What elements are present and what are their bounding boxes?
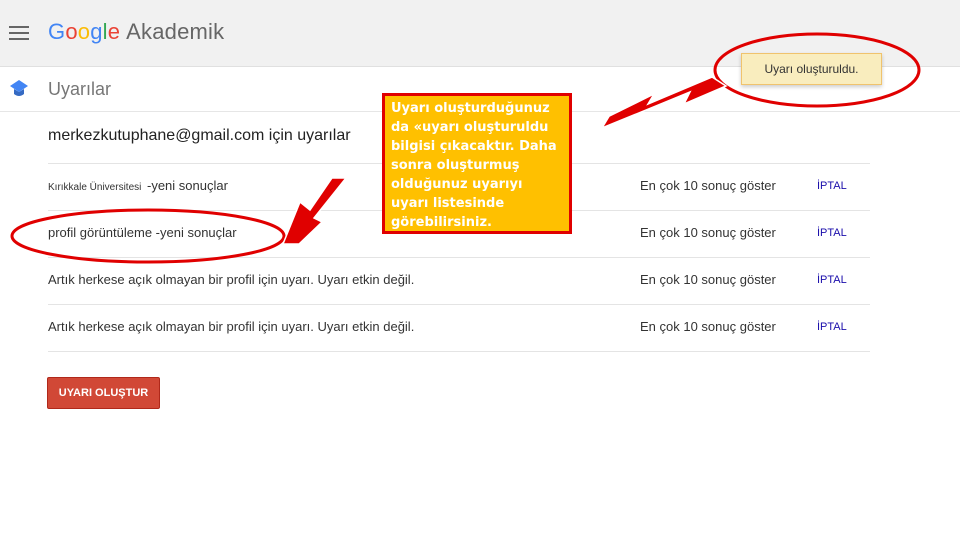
lightning-arrow-toast bbox=[574, 76, 728, 134]
annotation-overlay bbox=[10, 32, 921, 264]
annotation-circle-toast bbox=[713, 32, 921, 108]
lightning-arrow-row bbox=[281, 177, 348, 245]
annotation-callout: Uyarı oluşturduğunuz da «uyarı oluşturul… bbox=[382, 93, 572, 234]
annotation-circle-row bbox=[10, 208, 286, 264]
